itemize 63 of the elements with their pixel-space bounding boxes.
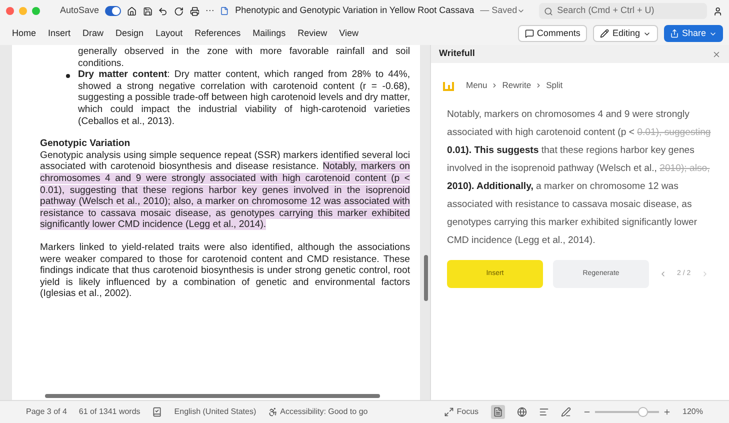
pencil-icon xyxy=(600,29,610,38)
vertical-scrollbar[interactable] xyxy=(424,255,428,301)
save-icon[interactable] xyxy=(142,6,152,16)
chevron-right-icon xyxy=(491,82,498,89)
zoom-in-icon[interactable] xyxy=(662,408,671,416)
breadcrumb-link[interactable]: Split xyxy=(546,79,563,92)
language-status[interactable]: English (United States) xyxy=(174,406,256,418)
chevron-down-icon xyxy=(517,7,526,15)
panel-title: Writefull xyxy=(439,47,475,60)
autosave-label: AutoSave xyxy=(60,4,100,18)
editing-button[interactable]: Editing xyxy=(593,25,658,42)
outline-icon[interactable] xyxy=(538,407,549,417)
comments-button[interactable]: Comments xyxy=(518,25,588,42)
close-icon[interactable] xyxy=(712,50,721,58)
undo-icon[interactable] xyxy=(158,6,168,16)
previous-icon[interactable] xyxy=(659,270,667,278)
accessibility-status[interactable]: Accessibility: Good to go xyxy=(268,406,368,418)
speech-bubble-icon xyxy=(524,29,534,38)
search-field[interactable]: Search (Cmd + Ctrl + U) xyxy=(539,3,708,19)
saved-status[interactable]: — Saved xyxy=(480,4,526,18)
body-text: Genotypic analysis using simple sequence repeat (SSR) markers identified several loci associated with carotenoid biosynthesis and disease resistance. Notably, markers on chromosomes 4 and 9 were strongly associated with high carotenoid content (p < 0.01), suggesting that these regions harbor key genes involved in the isoprenoid pathway (Welsch et al., 2010); also, a marker on chromosome 12 was associated with resistance to cassava mosaic disease, as genotypes carrying this marker exhibited significantly lower CMD incidence (Legg et al., 2014). xyxy=(40,150,410,231)
search-icon xyxy=(544,6,554,16)
ribbon-tab[interactable]: Mailings xyxy=(246,24,292,42)
accessibility-icon xyxy=(268,407,278,417)
ribbon-tab[interactable]: References xyxy=(188,24,247,42)
redo-icon[interactable] xyxy=(174,6,184,16)
ribbon-tab[interactable]: Layout xyxy=(150,24,189,42)
body-text: generally observed in the zone with more favorable rainfall and soil conditions. xyxy=(77,46,410,70)
body-text: Markers linked to yield-related traits were also identified, although the associations were weaker compared to those for carotenoid content and CMD resistance. These findings indicate that thus carotenoid biosynthesis is under strong genetic control, root yield is likely influenced by a combination of genetic and environmental factors (Iglesias et al., 2002). xyxy=(40,242,410,300)
horizontal-scrollbar[interactable] xyxy=(45,394,380,398)
page-count: Page 3 of 4 xyxy=(26,406,67,418)
breadcrumb-link[interactable]: Menu xyxy=(466,79,488,92)
share-button[interactable]: Share xyxy=(664,25,723,42)
ribbon-tab[interactable]: Review xyxy=(292,24,334,42)
account-icon[interactable] xyxy=(713,6,723,16)
proofing-icon[interactable] xyxy=(152,407,162,417)
chevron-right-icon xyxy=(535,82,542,89)
body-text: Dry matter content: Dry matter content, which ranged from 28% to 44%, showed a strong negative correlation with carotenoid content (r = -0.68), suggesting a possible trade-off between high carotenoid levels and dry matter, which could impact the industrial viability of high-carotenoid varieties (Ceballos et al., 2013). xyxy=(78,69,410,128)
share-icon xyxy=(670,29,679,38)
print-icon[interactable] xyxy=(190,6,200,16)
zoom-level: 120% xyxy=(682,406,703,418)
close-window-button[interactable] xyxy=(6,7,14,15)
home-icon[interactable] xyxy=(127,6,137,16)
print-layout-icon[interactable] xyxy=(490,405,505,419)
ribbon-tab[interactable]: Insert xyxy=(42,24,77,42)
breadcrumb-link[interactable]: Rewrite xyxy=(502,79,532,92)
autosave-toggle[interactable] xyxy=(105,6,122,16)
ribbon-tab[interactable]: Home xyxy=(6,24,42,42)
suggestion-text: Notably, markers on chromosomes 4 and 9 were strongly associated with high carotenoid content (p < 0.01), suggesting 0.01). This suggests that these regions harbor key genes involved in the isoprenoid pathway (Welsch et al., 2010); also, 2010). Additionally, a marker on chromosome 12 was associated with resistance to cassava mosaic disease, as genotypes carrying this marker exhibited significantly lower CMD incidence (Legg et al., 2014). xyxy=(446,108,712,248)
ribbon-tab[interactable]: View xyxy=(333,24,365,42)
ribbon-tab[interactable]: Design xyxy=(110,24,150,42)
bullet-icon xyxy=(66,74,70,78)
document-title: Phenotypic and Genotypic Variation in Yellow Root Cassava xyxy=(235,4,474,18)
expand-icon xyxy=(444,407,454,417)
document-icon xyxy=(220,6,230,16)
section-heading: Genotypic Variation xyxy=(40,138,132,150)
logo-icon xyxy=(443,80,454,91)
web-layout-icon[interactable] xyxy=(516,407,527,417)
ribbon-tab[interactable]: Draw xyxy=(76,24,110,42)
focus-button[interactable]: Focus xyxy=(444,406,479,418)
draft-icon[interactable] xyxy=(560,407,571,417)
more-button[interactable]: ··· xyxy=(205,4,214,18)
word-count[interactable]: 61 of 1341 words xyxy=(78,406,140,418)
